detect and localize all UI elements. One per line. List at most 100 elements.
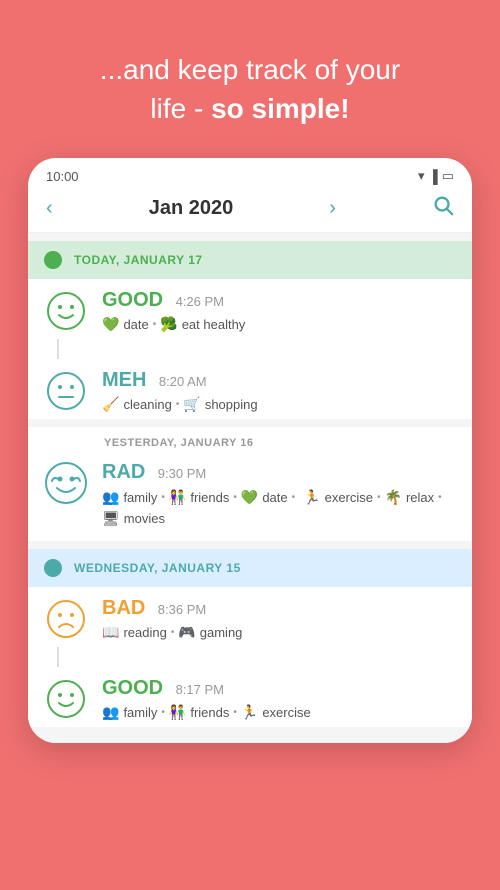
tag-cleaning-label: cleaning [123, 397, 171, 412]
friends-icon: 👫 [169, 489, 186, 506]
relax-icon: 🌴 [385, 489, 402, 506]
entry-rad: RAD 9:30 PM 👥 family • 👫 friends • [28, 451, 472, 533]
entry-good2: GOOD 8:17 PM 👥 family • 👫 friends • [28, 667, 472, 727]
tag-eat-healthy: 🥦 eat healthy [160, 316, 245, 333]
tag-family: 👥 family [102, 489, 157, 506]
rad-mood-label: RAD [102, 461, 145, 483]
tag-gaming: 🎮 gaming [178, 624, 242, 641]
bad-entry-content: BAD 8:36 PM 📖 reading • 🎮 gaming [102, 597, 456, 641]
wednesday-label: WEDNESDAY, JANUARY 15 [74, 561, 241, 575]
bad-tags: 📖 reading • 🎮 gaming [102, 624, 456, 641]
gaming-icon: 🎮 [178, 624, 195, 641]
rad-entry-content: RAD 9:30 PM 👥 family • 👫 friends • [102, 461, 456, 527]
tag-family2-label: family [123, 705, 157, 720]
good2-entry-content: GOOD 8:17 PM 👥 family • 👫 friends • [102, 677, 456, 721]
date-icon: 💚 [102, 316, 119, 333]
status-bar: 10:00 ▾ ▐ ▭ [28, 158, 472, 188]
meh-tags: 🧹 cleaning • 🛒 shopping [102, 396, 456, 413]
search-button[interactable] [432, 194, 454, 222]
good-entry-content: GOOD 4:26 PM 💚 date • 🥦 eat healthy [102, 289, 456, 333]
family-icon: 👥 [102, 489, 119, 506]
bad-mood-label: BAD [102, 597, 145, 619]
good-mood-label: GOOD [102, 289, 163, 311]
good-tags: 💚 date • 🥦 eat healthy [102, 316, 456, 333]
header-line1: ...and keep track of your [100, 54, 400, 85]
tag-exercise2: 🏃 exercise [241, 704, 311, 721]
entry-good: GOOD 4:26 PM 💚 date • 🥦 eat healthy [28, 279, 472, 339]
date2-icon: 💚 [241, 489, 258, 506]
exercise2-icon: 🏃 [241, 704, 258, 721]
tag-date2-label: date [262, 490, 287, 505]
header-line2: life - so simple! [150, 93, 349, 124]
movies-icon: 🖥 [102, 510, 120, 527]
entry-meh: MEH 8:20 AM 🧹 cleaning • 🛒 shopping [28, 359, 472, 419]
tag-movies: 🖥 movies [102, 510, 165, 527]
entry-bad: BAD 8:36 PM 📖 reading • 🎮 gaming [28, 587, 472, 647]
tag-family2: 👥 family [102, 704, 157, 721]
reading-icon: 📖 [102, 624, 119, 641]
tag-date-label: date [123, 317, 148, 332]
meh-mood-label: MEH [102, 369, 146, 391]
rad-time: 9:30 PM [158, 466, 206, 481]
content-area: TODAY, JANUARY 17 GOOD 4:26 PM [28, 233, 472, 743]
prev-month-button[interactable]: ‹ [46, 197, 53, 220]
meh-entry-content: MEH 8:20 AM 🧹 cleaning • 🛒 shopping [102, 369, 456, 413]
day-section-yesterday: YESTERDAY, JANUARY 16 RAD 9:30 PM [28, 427, 472, 541]
tag-relax: 🌴 relax [385, 489, 435, 506]
today-dot [44, 251, 62, 269]
rad-tags: 👥 family • 👫 friends • 💚 date [102, 488, 456, 527]
good2-emoji-icon [44, 677, 88, 721]
header-section: ...and keep track of your life - so simp… [0, 0, 500, 158]
status-icons: ▾ ▐ ▭ [418, 168, 454, 184]
eat-healthy-icon: 🥦 [160, 316, 177, 333]
tag-family-label: family [123, 490, 157, 505]
tag-eat-healthy-label: eat healthy [182, 317, 246, 332]
tag-friends-label: friends [190, 490, 229, 505]
wednesday-dot [44, 559, 62, 577]
tag-exercise2-label: exercise [262, 705, 310, 720]
good-emoji-icon [44, 289, 88, 333]
bad-emoji-icon [44, 597, 88, 641]
tag-friends2-label: friends [190, 705, 229, 720]
tag-exercise: 🏃 exercise [303, 489, 373, 506]
connector-line-2 [57, 647, 59, 667]
tag-date2: 💚 date [241, 489, 288, 506]
good2-tags: 👥 family • 👫 friends • 🏃 exercise [102, 704, 456, 721]
nav-bar: ‹ Jan 2020 › [28, 188, 472, 233]
tag-cleaning: 🧹 cleaning [102, 396, 172, 413]
tag-reading: 📖 reading [102, 624, 167, 641]
day-section-wednesday: WEDNESDAY, JANUARY 15 BAD 8:36 PM [28, 549, 472, 727]
exercise-icon: 🏃 [303, 489, 320, 506]
tag-movies-label: movies [124, 511, 165, 526]
meh-time: 8:20 AM [159, 374, 207, 389]
tag-friends2: 👫 friends [169, 704, 229, 721]
meh-emoji-icon [44, 369, 88, 413]
wednesday-header: WEDNESDAY, JANUARY 15 [28, 549, 472, 587]
today-label: TODAY, JANUARY 17 [74, 253, 203, 267]
battery-icon: ▭ [442, 168, 454, 184]
connector-line-1 [57, 339, 59, 359]
day-section-today: TODAY, JANUARY 17 GOOD 4:26 PM [28, 241, 472, 419]
yesterday-header: YESTERDAY, JANUARY 16 [28, 427, 472, 451]
tag-shopping: 🛒 shopping [183, 396, 257, 413]
signal-icon: ▐ [428, 169, 437, 184]
tag-shopping-label: shopping [205, 397, 258, 412]
cleaning-icon: 🧹 [102, 396, 119, 413]
good-time: 4:26 PM [176, 294, 224, 309]
bad-time: 8:36 PM [158, 602, 206, 617]
next-month-button[interactable]: › [329, 197, 336, 220]
wifi-icon: ▾ [418, 168, 425, 184]
month-title: Jan 2020 [149, 197, 234, 220]
tag-gaming-label: gaming [200, 625, 243, 640]
tag-relax-label: relax [406, 490, 434, 505]
good2-mood-label: GOOD [102, 677, 163, 699]
rad-emoji-icon [44, 461, 88, 505]
tag-reading-label: reading [123, 625, 166, 640]
tag-friends: 👫 friends [169, 489, 229, 506]
today-header: TODAY, JANUARY 17 [28, 241, 472, 279]
good2-time: 8:17 PM [176, 682, 224, 697]
friends2-icon: 👫 [169, 704, 186, 721]
status-time: 10:00 [46, 169, 79, 184]
shopping-icon: 🛒 [183, 396, 200, 413]
phone-mockup: 10:00 ▾ ▐ ▭ ‹ Jan 2020 › TODAY, JANUARY … [28, 158, 472, 743]
